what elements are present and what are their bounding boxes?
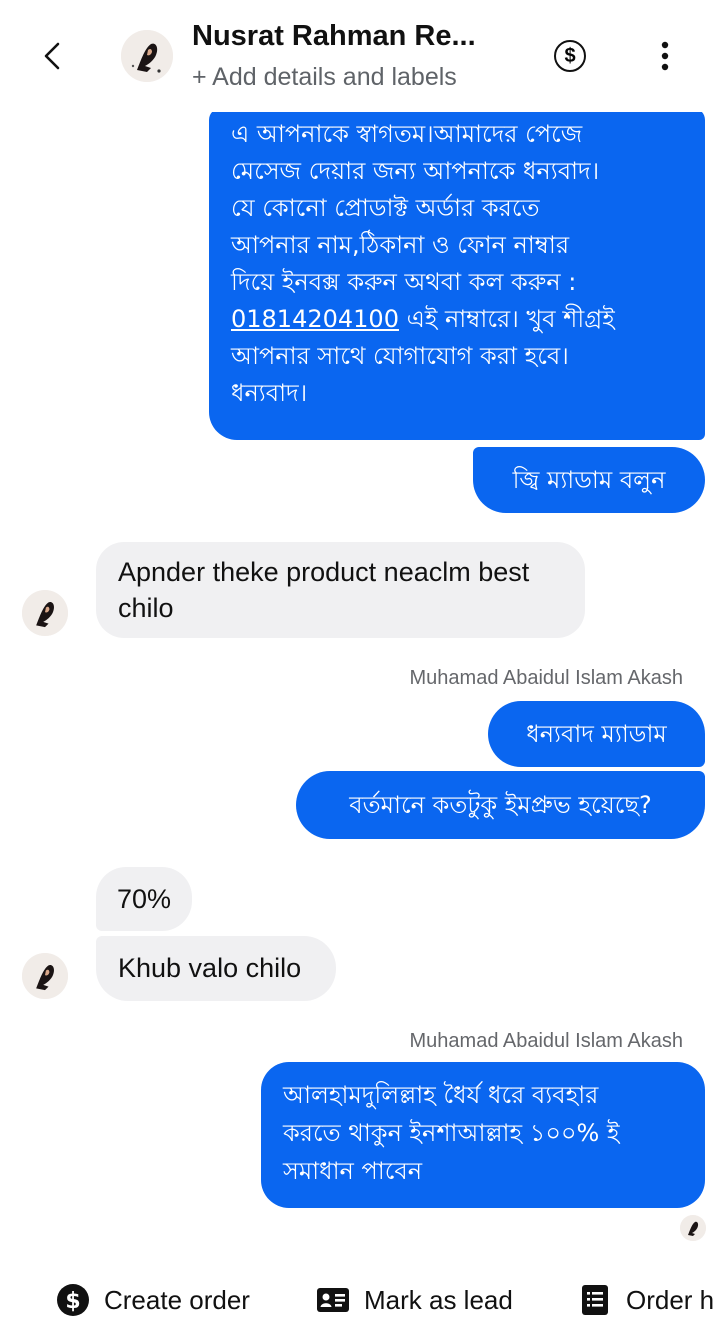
mark-as-lead-label: Mark as lead bbox=[364, 1284, 513, 1315]
seen-receipt-avatar bbox=[680, 1215, 706, 1241]
message-line: এ আপনাকে স্বাগতম।আমাদের পেজে bbox=[231, 120, 583, 148]
id-card-icon bbox=[317, 1288, 349, 1312]
contact-avatar[interactable] bbox=[121, 30, 173, 82]
message-line-text: এই নাম্বারে। খুব শীগ্রই bbox=[406, 305, 615, 333]
dollar-circle-filled-icon: $ bbox=[57, 1284, 89, 1316]
message-line: Apnder theke product neaclm best bbox=[118, 557, 530, 587]
message-line: chilo bbox=[118, 593, 174, 623]
message-line: মেসেজ দেয়ার জন্য আপনাকে ধন্যবাদ। bbox=[231, 157, 600, 185]
sender-name: Muhamad Abaidul Islam Akash bbox=[409, 667, 684, 689]
message-line: আপনার সাথে যোগাযোগ করা হবে। bbox=[231, 342, 569, 370]
message-line: দিয়ে ইনবক্স করুন অথবা কল করুন : bbox=[231, 268, 577, 296]
message-text: জ্বি ম্যাডাম বলুন bbox=[512, 466, 666, 494]
message-line: যে কোনো প্রোডাক্ট অর্ডার করতে bbox=[231, 194, 540, 222]
outgoing-message-welcome: এ আপনাকে স্বাগতম।আমাদের পেজে মেসেজ দেয়া… bbox=[209, 108, 705, 440]
message-text: Khub valo chilo bbox=[118, 953, 302, 983]
message-line: 01814204100 এই নাম্বারে। খুব শীগ্রই bbox=[231, 301, 689, 338]
back-chevron-icon[interactable] bbox=[34, 36, 74, 76]
message-text: 70% bbox=[116, 884, 172, 914]
add-details-link[interactable]: + Add details and labels bbox=[192, 63, 457, 92]
dollar-circle-icon[interactable]: $ bbox=[554, 40, 586, 72]
order-history-label: Order h bbox=[626, 1284, 715, 1315]
incoming-message: Apnder theke product neaclm best chilo bbox=[96, 542, 585, 638]
outgoing-message: জ্বি ম্যাডাম বলুন bbox=[473, 447, 705, 513]
mark-as-lead-button[interactable]: Mark as lead bbox=[300, 1270, 546, 1330]
incoming-message: Khub valo chilo bbox=[96, 936, 336, 1001]
incoming-message: 70% bbox=[96, 867, 192, 931]
outgoing-message: আলহামদুলিল্লাহ ধৈর্য ধরে ব্যবহার করতে থা… bbox=[261, 1062, 705, 1208]
message-text: বর্তমানে কতটুকু ইমপ্রুভ হয়েছে? bbox=[349, 791, 652, 819]
more-options-icon[interactable] bbox=[652, 38, 678, 74]
sender-name: Muhamad Abaidul Islam Akash bbox=[409, 1030, 684, 1052]
outgoing-message: ধন্যবাদ ম্যাডাম bbox=[488, 701, 705, 767]
message-line: সমাধান পাবেন bbox=[283, 1157, 423, 1185]
contact-avatar-small[interactable] bbox=[22, 590, 68, 636]
message-line: আপনার নাম,ঠিকানা ও ফোন নাম্বার bbox=[231, 231, 570, 259]
contact-name[interactable]: Nusrat Rahman Re... bbox=[192, 20, 476, 53]
contact-avatar-small[interactable] bbox=[22, 953, 68, 999]
svg-text:$: $ bbox=[65, 1289, 80, 1314]
outgoing-message: বর্তমানে কতটুকু ইমপ্রুভ হয়েছে? bbox=[296, 771, 705, 839]
message-line: আলহামদুলিল্লাহ ধৈর্য ধরে ব্যবহার bbox=[283, 1081, 599, 1109]
message-text: ধন্যবাদ ম্যাডাম bbox=[526, 720, 667, 748]
message-line: ধন্যবাদ। bbox=[231, 379, 308, 407]
phone-number-link[interactable]: 01814204100 bbox=[231, 305, 399, 333]
create-order-button[interactable]: $ Create order bbox=[40, 1270, 286, 1330]
order-history-button[interactable]: Order h bbox=[562, 1270, 720, 1330]
create-order-label: Create order bbox=[104, 1284, 250, 1315]
message-line: করতে থাকুন ইনশাআল্লাহ ১০০% ই bbox=[283, 1119, 620, 1147]
chat-header: Nusrat Rahman Re... + Add details and la… bbox=[0, 0, 720, 112]
receipt-icon bbox=[582, 1285, 608, 1315]
quick-actions-bar: $ Create order Mark as lead Order h bbox=[0, 1268, 720, 1332]
